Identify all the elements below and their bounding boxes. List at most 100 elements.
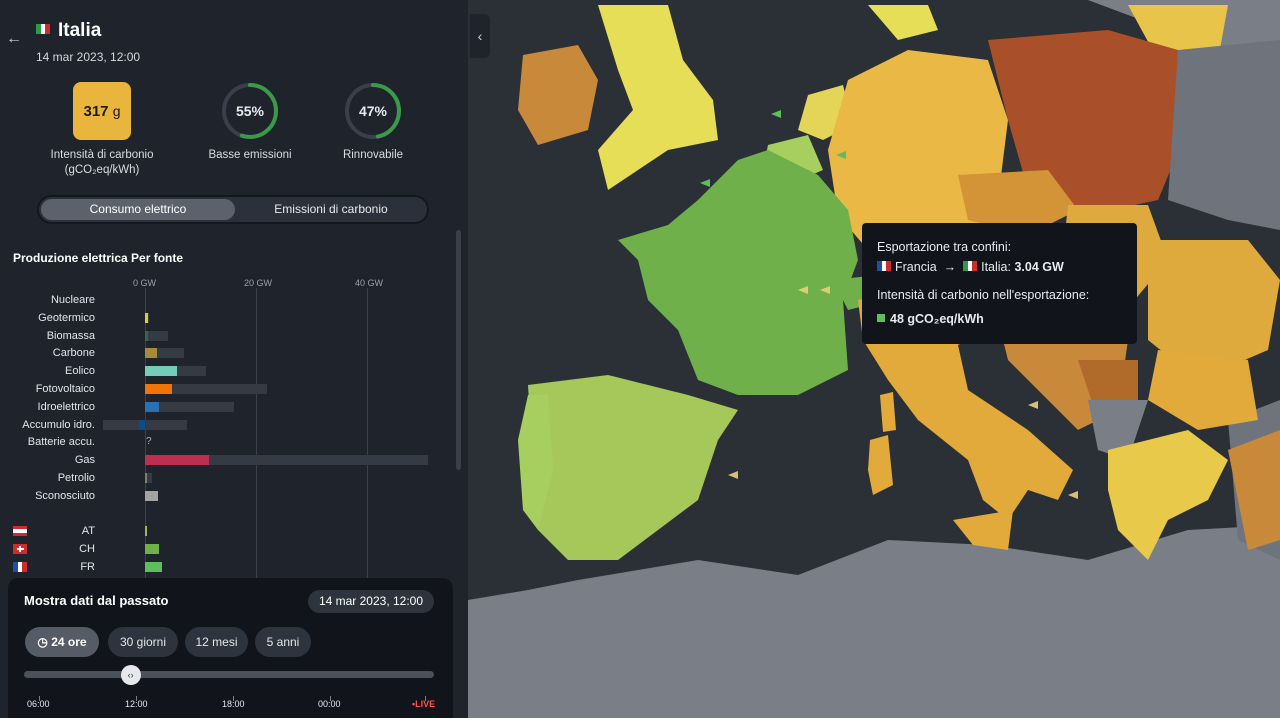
tick-label-1200: 12:00 — [125, 699, 148, 709]
tooltip-exchange: Francia → Italia: 3.04 GW — [877, 260, 1064, 274]
low-emission-pct: 55% — [235, 103, 265, 119]
zone-details-panel: ← Italia 14 mar 2023, 12:00 317 g Intens… — [0, 0, 468, 718]
production-row[interactable]: Gas — [0, 451, 460, 469]
view-toggle: Consumo elettrico Emissioni di carbonio — [37, 195, 429, 224]
tooltip-from: Francia — [895, 260, 937, 274]
italy-flag-icon — [963, 261, 978, 271]
capacity-bar — [103, 419, 187, 430]
value-bar — [145, 366, 178, 377]
value-bar — [145, 348, 158, 359]
axis-label: 20 GW — [244, 278, 273, 288]
carbon-label-2: (gCO₂eq/kWh) — [64, 164, 140, 176]
source-label: Gas — [74, 454, 95, 467]
time-slider-track[interactable] — [24, 671, 434, 678]
carbon-label-1: Intensità di carbonio — [50, 149, 154, 161]
country-title: Italia — [36, 20, 101, 42]
source-label: Idroelettrico — [37, 400, 95, 413]
renewable-label: Rinnovabile — [342, 149, 404, 161]
value-bar — [145, 455, 209, 466]
production-row[interactable]: Nucleare — [0, 291, 460, 309]
production-row[interactable]: Petrolio — [0, 469, 460, 487]
production-row[interactable]: Eolico — [0, 362, 460, 380]
value-bar — [145, 526, 147, 536]
range-24h[interactable]: ◷ 24 ore — [25, 627, 99, 657]
range-5y[interactable]: 5 anni — [255, 627, 311, 657]
low-emission-label: Basse emissioni — [208, 149, 292, 161]
value-bar — [145, 561, 162, 572]
time-slider-handle[interactable]: ‹› — [120, 665, 141, 685]
exchange-tooltip: Esportazione tra confini: Francia → Ital… — [862, 223, 1137, 344]
carbon-intensity-box: 317 g — [73, 82, 131, 140]
france-flag-icon — [877, 261, 891, 271]
source-label: Fotovoltaico — [35, 383, 95, 395]
renewable-pct: 47% — [358, 103, 388, 119]
production-row[interactable]: Batterie accu.? — [0, 433, 460, 451]
production-row[interactable]: Fotovoltaico — [0, 380, 460, 398]
source-label: Eolico — [65, 365, 95, 378]
range-30d[interactable]: 30 giorni — [108, 627, 178, 657]
at-flag-icon — [13, 526, 27, 536]
production-row[interactable]: Idroelettrico — [0, 398, 460, 416]
tooltip-intensity-value: 48 gCO₂eq/kWh — [890, 312, 984, 326]
value-bar — [145, 543, 160, 554]
source-label: Geotermico — [38, 311, 95, 324]
tooltip-intensity: 48 gCO₂eq/kWh — [877, 312, 984, 326]
live-indicator[interactable]: •LIVE — [412, 699, 435, 709]
source-label: AT — [81, 525, 95, 537]
production-row[interactable]: Biomassa — [0, 327, 460, 345]
production-row[interactable]: FR — [0, 558, 460, 576]
carbon-intensity-metric: 317 g Intensità di carbonio (gCO₂eq/kWh) — [37, 82, 167, 178]
production-row[interactable]: Geotermico — [0, 309, 460, 327]
source-label: Batterie accu. — [27, 436, 95, 449]
low-emission-ring: 55% — [221, 82, 279, 140]
source-label: Sconosciuto — [35, 489, 95, 502]
production-title: Produzione elettrica Per fonte — [13, 251, 184, 265]
value-bar — [145, 330, 148, 341]
tick-label-0000: 00:00 — [318, 699, 341, 709]
source-label: Petrolio — [57, 472, 95, 484]
collapse-panel-button[interactable]: ‹ — [470, 14, 490, 58]
source-label: Accumulo idro. — [22, 418, 95, 431]
capacity-bar — [145, 330, 169, 341]
toggle-consumption[interactable]: Consumo elettrico — [41, 199, 235, 220]
ireland — [518, 45, 598, 145]
tooltip-intensity-title: Intensità di carbonio nell'esportazione: — [877, 288, 1090, 302]
tooltip-arrow: → — [943, 260, 957, 274]
country-name: Italia — [58, 20, 102, 41]
range-24h-label: 24 ore — [51, 635, 87, 649]
toggle-emissions[interactable]: Emissioni di carbonio — [235, 199, 427, 220]
tick-label-0600: 06:00 — [27, 699, 50, 709]
renewable-ring: 47% — [344, 82, 402, 140]
renewable-metric: 47% Rinnovabile — [308, 82, 438, 163]
source-label: Nucleare — [50, 294, 95, 306]
source-label: Biomassa — [46, 329, 95, 342]
production-row[interactable]: Accumulo idro. — [0, 416, 460, 434]
carbon-unit: g — [112, 103, 121, 119]
value-bar — [145, 473, 147, 483]
fr-flag-icon — [13, 561, 27, 572]
axis-label: 40 GW — [355, 278, 384, 288]
range-12m[interactable]: 12 mesi — [185, 627, 248, 657]
production-row[interactable]: Carbone — [0, 344, 460, 362]
tooltip-separator: : — [1007, 260, 1011, 274]
history-controls: Mostra dati dal passato 14 mar 2023, 12:… — [8, 578, 453, 718]
carbon-value: 317 — [83, 103, 109, 120]
value-bar — [145, 401, 159, 412]
history-date[interactable]: 14 mar 2023, 12:00 — [308, 590, 434, 613]
tooltip-title: Esportazione tra confini: — [877, 240, 1012, 254]
history-title: Mostra dati dal passato — [24, 593, 169, 608]
source-label: FR — [80, 560, 95, 573]
value-bar — [139, 419, 145, 430]
production-row[interactable]: AT — [0, 522, 460, 540]
unknown-value: ? — [146, 436, 152, 448]
value-bar — [145, 312, 149, 323]
value-bar — [145, 384, 172, 394]
europe-map[interactable] — [468, 0, 1280, 718]
carbon-intensity-label: Intensità di carbonio (gCO₂eq/kWh) — [37, 148, 167, 178]
tooltip-to: Italia — [981, 260, 1008, 274]
production-row[interactable]: CH — [0, 540, 460, 558]
production-row[interactable]: Sconosciuto — [0, 487, 460, 505]
back-arrow-icon[interactable]: ← — [6, 30, 24, 48]
source-label: Carbone — [52, 347, 95, 360]
low-emission-metric: 55% Basse emissioni — [185, 82, 315, 163]
